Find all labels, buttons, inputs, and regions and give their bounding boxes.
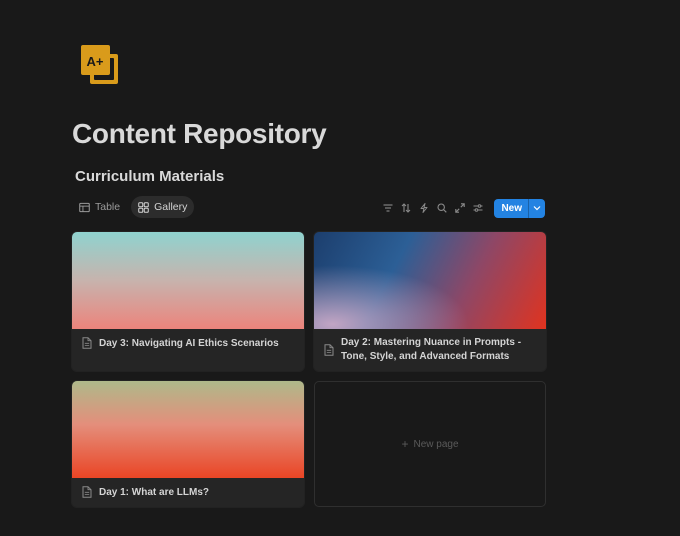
gallery-card[interactable]: Day 2: Mastering Nuance in Prompts - Ton… bbox=[314, 232, 546, 371]
a-plus-badge-icon[interactable]: A+ bbox=[80, 44, 120, 86]
gallery-icon bbox=[138, 201, 149, 213]
sort-icon bbox=[402, 203, 411, 213]
gallery-card[interactable]: Day 3: Navigating AI Ethics Scenarios bbox=[72, 232, 304, 371]
gallery-grid: Day 3: Navigating AI Ethics Scenarios Da… bbox=[72, 232, 546, 507]
new-page-card[interactable]: + New page bbox=[314, 381, 546, 507]
filter-button[interactable] bbox=[381, 199, 395, 217]
table-icon bbox=[79, 202, 90, 212]
page-icon bbox=[324, 344, 334, 356]
svg-text:A+: A+ bbox=[87, 54, 104, 69]
card-cover bbox=[72, 381, 304, 478]
settings-button[interactable] bbox=[471, 199, 485, 217]
page-title[interactable]: Content Repository bbox=[72, 118, 327, 150]
chevron-down-icon bbox=[533, 206, 541, 211]
card-title: Day 3: Navigating AI Ethics Scenarios bbox=[99, 338, 279, 349]
filter-icon bbox=[383, 204, 393, 212]
new-button[interactable]: New bbox=[494, 199, 528, 218]
card-title: Day 2: Mastering Nuance in Prompts - Ton… bbox=[341, 337, 522, 362]
page-icon bbox=[82, 486, 92, 498]
card-cover bbox=[72, 232, 304, 329]
view-tabs: Table Gallery bbox=[72, 196, 195, 218]
expand-icon bbox=[455, 203, 466, 213]
database-title[interactable]: Curriculum Materials bbox=[75, 168, 224, 185]
tab-label: Gallery bbox=[154, 201, 188, 213]
new-button-group: New bbox=[494, 198, 545, 218]
sort-button[interactable] bbox=[399, 199, 413, 217]
automation-icon bbox=[420, 203, 428, 213]
tab-gallery[interactable]: Gallery bbox=[131, 196, 195, 218]
expand-button[interactable] bbox=[453, 199, 467, 217]
new-page-label: New page bbox=[413, 438, 459, 450]
search-icon bbox=[437, 203, 448, 213]
tab-table[interactable]: Table bbox=[72, 196, 127, 218]
search-button[interactable] bbox=[435, 199, 449, 217]
card-cover bbox=[314, 232, 546, 329]
gallery-card[interactable]: Day 1: What are LLMs? bbox=[72, 381, 304, 507]
new-dropdown-button[interactable] bbox=[528, 198, 545, 218]
settings-icon bbox=[473, 204, 483, 212]
database-toolbar: New bbox=[381, 198, 545, 218]
page-icon bbox=[82, 337, 92, 349]
tab-label: Table bbox=[95, 201, 121, 213]
automation-button[interactable] bbox=[417, 199, 431, 217]
card-title: Day 1: What are LLMs? bbox=[99, 487, 210, 498]
plus-icon: + bbox=[401, 437, 409, 451]
